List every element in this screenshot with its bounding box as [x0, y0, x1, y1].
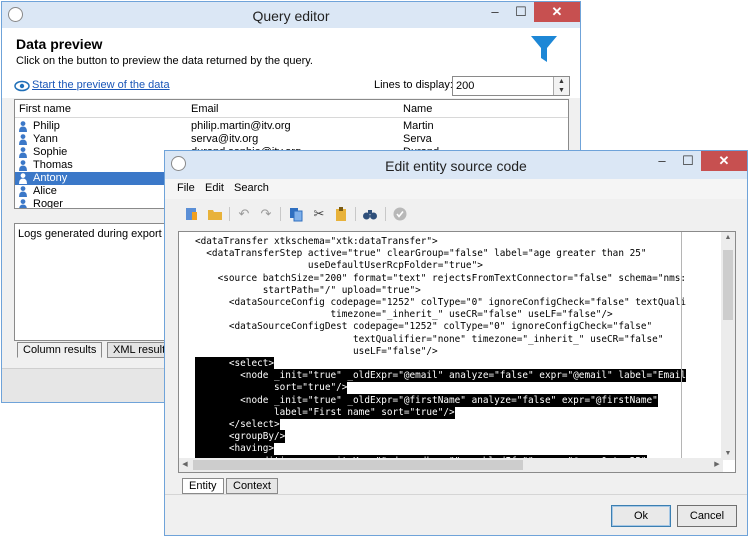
- scroll-right-icon[interactable]: ▶: [711, 458, 723, 472]
- source-code-editor[interactable]: <dataTransfer xtkschema="xtk:dataTransfe…: [178, 231, 736, 473]
- column-header-name[interactable]: Name: [403, 103, 432, 115]
- eye-icon: [14, 80, 30, 92]
- code-line: <source batchSize="200" format="text" re…: [195, 272, 687, 284]
- table-row[interactable]: Philip philip.martin@itv.org Martin: [15, 120, 568, 133]
- undo-icon[interactable]: ↶: [236, 206, 252, 222]
- menu-file[interactable]: File: [177, 182, 195, 194]
- editor-toolbar: ↶ ↷ ✂: [165, 203, 747, 227]
- scroll-up-icon[interactable]: ▲: [721, 232, 735, 244]
- cell-name: Martin: [403, 120, 434, 132]
- cell-first-name: Antony: [33, 172, 68, 184]
- spinner-up-icon[interactable]: ▲: [554, 77, 569, 86]
- vertical-scroll-thumb[interactable]: [723, 250, 733, 320]
- code-line: label="First name" sort="true"/>: [195, 405, 455, 419]
- validate-check-icon[interactable]: [392, 206, 408, 222]
- toolbar-separator: [280, 207, 281, 221]
- instruction-text: Click on the button to preview the data …: [16, 55, 313, 67]
- menu-bar: File Edit Search: [165, 179, 747, 199]
- right-margin-guide: [681, 232, 682, 460]
- tab-context[interactable]: Context: [226, 478, 278, 494]
- scroll-down-icon[interactable]: ▼: [721, 448, 735, 460]
- code-line: textQualifier="none" timezone="_inherit_…: [195, 333, 664, 345]
- code-line: startPath="/" upload="true">: [195, 284, 421, 296]
- code-line: <select>: [195, 357, 275, 370]
- edit-entity-titlebar[interactable]: Edit entity source code – ☐ ✕: [165, 151, 747, 179]
- person-icon: [19, 173, 27, 184]
- horizontal-scrollbar[interactable]: ◀ ▶: [179, 458, 723, 472]
- person-icon: [19, 134, 27, 145]
- paste-icon[interactable]: [333, 206, 349, 222]
- horizontal-scroll-thumb[interactable]: [193, 460, 523, 470]
- maximize-button[interactable]: ☐: [508, 2, 534, 22]
- code-line: sort="true"/>: [195, 381, 348, 395]
- section-title: Data preview: [16, 36, 103, 52]
- tab-xml-result[interactable]: XML result: [107, 342, 172, 358]
- open-folder-icon[interactable]: [207, 206, 223, 222]
- person-icon: [19, 199, 27, 208]
- table-row[interactable]: Yann serva@itv.org Serva: [15, 133, 568, 146]
- menu-edit[interactable]: Edit: [205, 182, 224, 194]
- cell-email: philip.martin@itv.org: [191, 120, 291, 132]
- person-icon: [19, 160, 27, 171]
- close-button[interactable]: ✕: [534, 2, 580, 22]
- code-line: useLF="false"/>: [195, 345, 438, 357]
- cell-first-name: Alice: [33, 185, 57, 197]
- redo-icon[interactable]: ↷: [258, 206, 274, 222]
- cell-first-name: Yann: [33, 133, 58, 145]
- cancel-button[interactable]: Cancel: [677, 505, 737, 527]
- toolbar-separator: [355, 207, 356, 221]
- column-header-email[interactable]: Email: [191, 103, 219, 115]
- lines-to-display-label: Lines to display:: [374, 79, 453, 91]
- dialog-footer: Ok Cancel: [165, 494, 747, 535]
- vertical-scrollbar[interactable]: ▲ ▼: [721, 232, 735, 460]
- edit-entity-window: Edit entity source code – ☐ ✕ File Edit …: [164, 150, 748, 536]
- cell-email: serva@itv.org: [191, 133, 259, 145]
- spinner-down-icon[interactable]: ▼: [554, 86, 569, 95]
- person-icon: [19, 147, 27, 158]
- code-line: <dataTransferStep active="true" clearGro…: [195, 248, 647, 260]
- code-line: <groupBy/>: [195, 430, 286, 444]
- cell-first-name: Roger: [33, 198, 63, 209]
- person-icon: [19, 121, 27, 132]
- column-header-first-name[interactable]: First name: [19, 103, 71, 115]
- cell-first-name: Philip: [33, 120, 60, 132]
- code-line: <having>: [195, 442, 275, 456]
- code-line: </select>: [195, 418, 280, 431]
- toolbar-separator: [385, 207, 386, 221]
- grid-header: First name Email Name: [15, 100, 568, 118]
- new-file-icon[interactable]: [183, 206, 199, 222]
- scroll-left-icon[interactable]: ◀: [179, 458, 191, 472]
- minimize-button[interactable]: –: [649, 151, 675, 171]
- lines-spinner[interactable]: ▲ ▼: [553, 77, 569, 95]
- tab-entity[interactable]: Entity: [182, 478, 224, 494]
- tab-column-results[interactable]: Column results: [17, 342, 103, 358]
- ok-button[interactable]: Ok: [611, 505, 671, 527]
- export-logs-panel[interactable]: Logs generated during export: [14, 223, 172, 341]
- person-icon: [19, 186, 27, 197]
- code-line: <node _init="true" _oldExpr="@firstName"…: [195, 393, 658, 407]
- code-line: <dataSourceConfig codepage="1252" colTyp…: [195, 297, 687, 308]
- cut-icon[interactable]: ✂: [311, 206, 327, 222]
- close-button[interactable]: ✕: [701, 151, 747, 171]
- minimize-button[interactable]: –: [482, 2, 508, 22]
- menu-search[interactable]: Search: [234, 182, 269, 194]
- code-line: <node _init="true" _oldExpr="@email" ana…: [195, 369, 687, 383]
- find-binoculars-icon[interactable]: [362, 206, 378, 222]
- cell-name: Serva: [403, 133, 432, 145]
- code-line: timezone="_inherit_" useCR="false" useLF…: [195, 309, 613, 321]
- cell-first-name: Sophie: [33, 146, 68, 158]
- funnel-icon: [531, 36, 557, 62]
- code-line: <dataTransfer xtkschema="xtk:dataTransfe…: [195, 236, 438, 247]
- query-editor-titlebar[interactable]: Query editor – ☐ ✕: [2, 2, 580, 28]
- toolbar-separator: [229, 207, 230, 221]
- code-line: <dataSourceConfigDest codepage="1252" co…: [195, 321, 653, 333]
- start-preview-link[interactable]: Start the preview of the data: [32, 79, 170, 91]
- copy-icon[interactable]: [288, 206, 304, 222]
- logs-label: Logs generated during export: [18, 228, 162, 240]
- cell-first-name: Thomas: [33, 159, 73, 171]
- code-line: useDefaultUserRcpFolder="true">: [195, 260, 483, 272]
- maximize-button[interactable]: ☐: [675, 151, 701, 171]
